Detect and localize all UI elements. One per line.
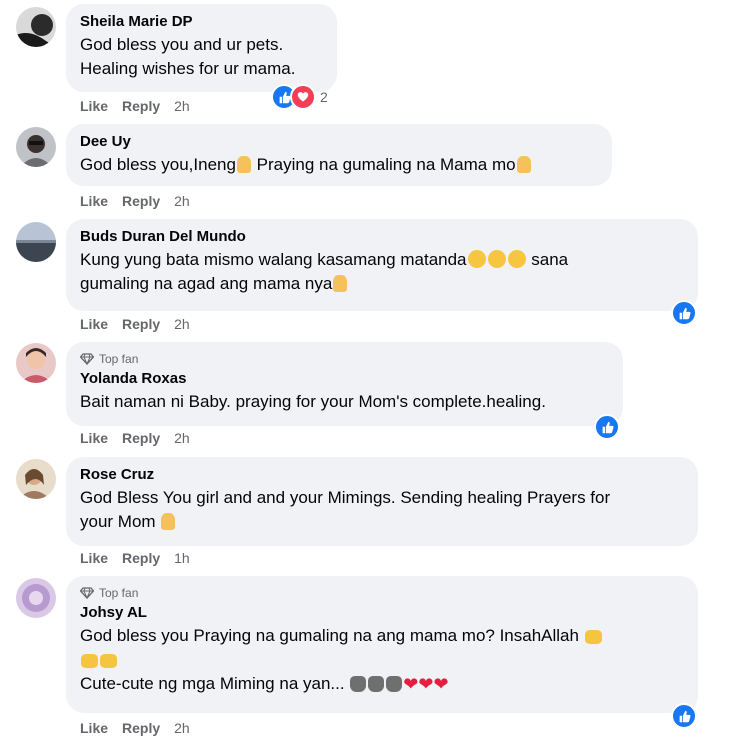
- crying-face-emoji: [507, 250, 526, 268]
- comment-line: gumaling na agad ang mama nya: [80, 272, 685, 296]
- comment-text: Kung yung bata mismo walang kasamang mat…: [80, 248, 685, 296]
- comment-text-part: Kung yung bata mismo walang kasamang mat…: [80, 250, 467, 269]
- like-button[interactable]: Like: [80, 430, 108, 446]
- like-reaction-icon[interactable]: [594, 414, 620, 440]
- comment-bubble: Sheila Marie DP God bless you and ur pet…: [66, 4, 337, 92]
- crying-face-emoji: [487, 250, 506, 268]
- comment-text-part: God bless you Praying na gumaling na ang…: [80, 626, 584, 645]
- top-fan-badge: Top fan: [80, 350, 610, 367]
- comment-text: God bless you,Ineng Praying na gumaling …: [80, 153, 599, 177]
- comment-author[interactable]: Sheila Marie DP: [80, 12, 324, 31]
- comment-actions: Like Reply 2h: [80, 98, 190, 114]
- timestamp[interactable]: 2h: [174, 98, 190, 114]
- folded-hands-emoji: [236, 156, 251, 173]
- timestamp[interactable]: 2h: [174, 720, 190, 736]
- top-fan-diamond-icon: [80, 586, 94, 599]
- folded-hands-emoji: [333, 275, 348, 292]
- timestamp[interactable]: 2h: [174, 193, 190, 209]
- like-button[interactable]: Like: [80, 193, 108, 209]
- comment-text: Bait naman ni Baby. praying for your Mom…: [80, 392, 546, 411]
- cat-emoji: [350, 676, 367, 692]
- comment-line: God bless you Praying na gumaling na ang…: [80, 624, 685, 648]
- comment-line: Cute-cute ng mga Miming na yan... ❤❤❤: [80, 672, 685, 696]
- crying-face-emoji: [467, 250, 486, 268]
- like-reaction-icon[interactable]: [671, 703, 697, 729]
- top-fan-badge: Top fan: [80, 584, 685, 601]
- love-reaction-icon[interactable]: [290, 84, 316, 110]
- avatar[interactable]: [16, 7, 56, 47]
- top-fan-diamond-icon: [80, 352, 94, 365]
- reply-button[interactable]: Reply: [122, 193, 160, 209]
- timestamp[interactable]: 2h: [174, 316, 190, 332]
- avatar[interactable]: [16, 222, 56, 262]
- badge-label: Top fan: [99, 585, 139, 600]
- comment-bubble: Dee Uy God bless you,Ineng Praying na gu…: [66, 124, 612, 186]
- comment-line: God Bless You girl and and your Mimings.…: [80, 488, 611, 507]
- reply-button[interactable]: Reply: [122, 550, 160, 566]
- avatar[interactable]: [16, 459, 56, 499]
- badge-label: Top fan: [99, 351, 139, 366]
- comment-line: your Mom: [80, 510, 685, 534]
- comment-line: [80, 648, 685, 672]
- reply-button[interactable]: Reply: [122, 720, 160, 736]
- comment-text-part: Praying na gumaling na Mama mo: [251, 155, 516, 174]
- comment-author[interactable]: Buds Duran Del Mundo: [80, 227, 685, 246]
- like-button[interactable]: Like: [80, 98, 108, 114]
- reply-button[interactable]: Reply: [122, 430, 160, 446]
- comment-bubble: Rose Cruz God Bless You girl and and you…: [66, 457, 698, 546]
- comment-author[interactable]: Johsy AL: [80, 603, 685, 622]
- raising-hands-emoji: [100, 654, 117, 668]
- comment-author[interactable]: Dee Uy: [80, 132, 599, 151]
- comment-author[interactable]: Rose Cruz: [80, 465, 685, 484]
- red-heart-emoji: ❤: [433, 674, 449, 694]
- comment-text-part: God bless you,Ineng: [80, 155, 236, 174]
- comment-actions: Like Reply 2h: [80, 316, 190, 332]
- comment-bubble: Top fan Johsy AL God bless you Praying n…: [66, 576, 698, 713]
- reaction-count[interactable]: 2: [320, 89, 328, 105]
- comment-text-part: your Mom: [80, 512, 161, 531]
- comment-text: God bless you Praying na gumaling na ang…: [80, 624, 685, 696]
- like-button[interactable]: Like: [80, 720, 108, 736]
- avatar[interactable]: [16, 127, 56, 167]
- comment-author[interactable]: Yolanda Roxas: [80, 369, 610, 388]
- avatar[interactable]: [16, 578, 56, 618]
- comment-text: God bless you and ur pets. Healing wishe…: [80, 33, 324, 81]
- comment-line: Kung yung bata mismo walang kasamang mat…: [80, 248, 685, 272]
- comment-line: God bless you and ur pets.: [80, 35, 284, 54]
- red-heart-emoji: ❤: [403, 674, 419, 694]
- comment-actions: Like Reply 2h: [80, 720, 190, 736]
- comment-actions: Like Reply 2h: [80, 193, 190, 209]
- folded-hands-emoji: [516, 156, 531, 173]
- comment-text-part: sana: [526, 250, 569, 269]
- like-button[interactable]: Like: [80, 550, 108, 566]
- raising-hands-emoji: [584, 630, 602, 644]
- cat-emoji: [368, 676, 385, 692]
- raising-hands-emoji: [81, 654, 98, 668]
- comment-bubble: Top fan Yolanda Roxas Bait naman ni Baby…: [66, 342, 623, 426]
- comment-text: God Bless You girl and and your Mimings.…: [80, 486, 685, 534]
- folded-hands-emoji: [161, 513, 176, 530]
- like-button[interactable]: Like: [80, 316, 108, 332]
- comment-text-part: gumaling na agad ang mama nya: [80, 274, 333, 293]
- cat-emoji: [386, 676, 403, 692]
- comment-bubble: Buds Duran Del Mundo Kung yung bata mism…: [66, 219, 698, 311]
- like-reaction-icon[interactable]: [671, 300, 697, 326]
- avatar[interactable]: [16, 343, 56, 383]
- reply-button[interactable]: Reply: [122, 316, 160, 332]
- reply-button[interactable]: Reply: [122, 98, 160, 114]
- comment-line: Healing wishes for ur mama.: [80, 59, 296, 78]
- comment-actions: Like Reply 1h: [80, 550, 190, 566]
- red-heart-emoji: ❤: [418, 674, 434, 694]
- timestamp[interactable]: 1h: [174, 550, 190, 566]
- comment-text-part: Cute-cute ng mga Miming na yan...: [80, 674, 350, 693]
- comment-actions: Like Reply 2h: [80, 430, 190, 446]
- timestamp[interactable]: 2h: [174, 430, 190, 446]
